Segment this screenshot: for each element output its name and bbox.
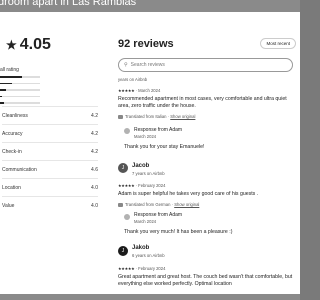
review-date-row: ★★★★★ · February 2024 bbox=[118, 183, 166, 188]
category-value: 4.0 bbox=[91, 184, 98, 191]
category-location: Location 4.0 bbox=[2, 178, 98, 196]
reviewer-meta: 7 years on Airbnb bbox=[132, 171, 165, 176]
review-text: Adam is super helpful he takes very good… bbox=[118, 191, 259, 197]
category-accuracy: Accuracy 4.2 bbox=[2, 124, 98, 142]
response-date: March 2024 bbox=[134, 134, 157, 139]
category-value: 4.2 bbox=[91, 130, 98, 137]
review-date: February 2024 bbox=[138, 183, 166, 188]
rating-bar bbox=[0, 95, 40, 97]
star-icon: ★ bbox=[6, 38, 17, 52]
search-icon: ⚲ bbox=[124, 62, 128, 68]
review-date: March 2024 bbox=[138, 88, 161, 93]
reviewer-name: Jacob bbox=[132, 163, 150, 169]
modal-backdrop bbox=[0, 294, 300, 300]
category-label: Accuracy bbox=[2, 130, 23, 137]
rating-bar bbox=[0, 102, 40, 104]
translated-label: Translated from German bbox=[125, 202, 171, 207]
host-avatar bbox=[124, 128, 130, 134]
review-date-row: ★★★★★ · March 2024 bbox=[118, 88, 161, 93]
rating-bar-fill bbox=[0, 102, 4, 104]
rating-bar-fill bbox=[0, 95, 2, 97]
host-avatar bbox=[124, 214, 130, 220]
rating-bar bbox=[0, 89, 40, 91]
translate-icon bbox=[118, 114, 123, 119]
response-date: March 2024 bbox=[134, 219, 157, 224]
rating-bar-fill bbox=[0, 89, 6, 91]
reviewer-meta: 6 years on Airbnb bbox=[132, 253, 165, 258]
category-value: 4.6 bbox=[91, 166, 98, 173]
category-communication: Communication 4.6 bbox=[2, 160, 98, 178]
rating-bar bbox=[0, 82, 40, 84]
rating-bar-fill bbox=[0, 82, 12, 84]
category-label: Location bbox=[2, 184, 21, 191]
response-from: Response from Adam bbox=[134, 212, 183, 218]
review-date: February 2024 bbox=[138, 266, 166, 271]
sort-button[interactable]: Most recent bbox=[260, 38, 296, 49]
reviewer-name: Jakob bbox=[132, 245, 150, 251]
overall-rating-label: all rating bbox=[0, 67, 19, 73]
reviewer-avatar[interactable]: J bbox=[118, 163, 128, 173]
show-original-link[interactable]: Show original bbox=[174, 202, 199, 207]
category-value: Value 4.0 bbox=[2, 196, 98, 214]
category-check-in: Check-in 4.2 bbox=[2, 142, 98, 160]
overall-rating: ★ 4.05 bbox=[6, 36, 51, 54]
search-reviews[interactable]: ⚲ bbox=[118, 58, 293, 72]
search-input[interactable] bbox=[130, 62, 271, 68]
rating-bar bbox=[0, 76, 40, 78]
category-label: Value bbox=[2, 202, 15, 209]
reviewer-meta: years on Airbnb bbox=[118, 77, 148, 82]
response-text: Thank you very much! It has been a pleas… bbox=[124, 229, 233, 235]
category-value: 4.2 bbox=[91, 148, 98, 155]
category-value: 4.0 bbox=[91, 202, 98, 209]
translated-label: Translated from Italian bbox=[125, 114, 167, 119]
category-value: 4.2 bbox=[91, 112, 98, 119]
stars-icon: ★★★★★ bbox=[118, 266, 135, 271]
rating-value: 4.05 bbox=[19, 36, 51, 53]
reviews-modal: droom apart in Las Ramblas ★ 4.05 all ra… bbox=[0, 0, 300, 300]
category-label: Cleanliness bbox=[2, 112, 28, 119]
category-cleanliness: Cleanliness 4.2 bbox=[2, 106, 98, 124]
listing-title-strip: droom apart in Las Ramblas bbox=[0, 0, 300, 12]
reviewer-avatar[interactable]: J bbox=[118, 246, 128, 256]
translation-note: Translated from German · Show original bbox=[118, 202, 199, 207]
review-date-row: ★★★★★ · February 2024 bbox=[118, 266, 166, 271]
rating-distribution bbox=[0, 76, 40, 109]
response-from: Response from Adam bbox=[134, 127, 183, 133]
translation-note: Translated from Italian · Show original bbox=[118, 114, 195, 119]
stars-icon: ★★★★★ bbox=[118, 88, 135, 93]
listing-title: droom apart in Las Ramblas bbox=[0, 0, 137, 8]
show-original-link[interactable]: Show original bbox=[170, 114, 195, 119]
review-text: Great apartment and great host. The couc… bbox=[118, 274, 293, 287]
category-label: Check-in bbox=[2, 148, 22, 155]
category-label: Communication bbox=[2, 166, 37, 173]
rating-bar-fill bbox=[0, 76, 22, 78]
stars-icon: ★★★★★ bbox=[118, 183, 135, 188]
response-text: Thank you for your stay Emanuele! bbox=[124, 144, 205, 150]
review-text: Recommended apartment in most cases, ver… bbox=[118, 96, 287, 109]
translate-icon bbox=[118, 202, 123, 207]
reviews-count: 92 reviews bbox=[118, 38, 174, 50]
